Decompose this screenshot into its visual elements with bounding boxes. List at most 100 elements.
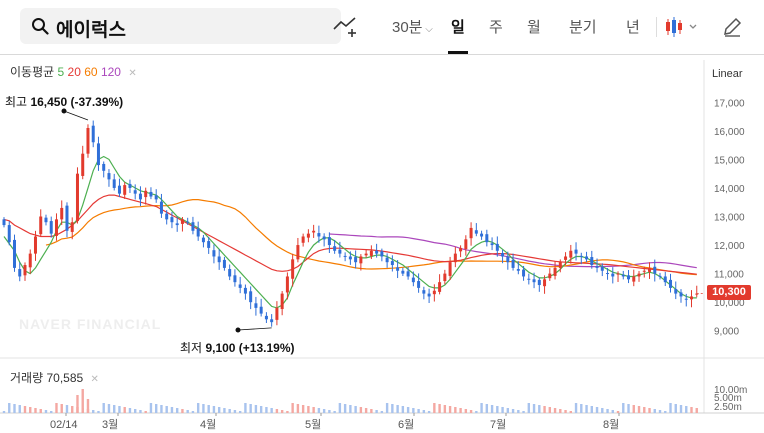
candle-body	[222, 259, 226, 268]
candle-body	[616, 273, 620, 275]
candle-body	[201, 237, 205, 243]
candle-body	[690, 296, 694, 300]
drawing-tool-icon[interactable]	[333, 16, 357, 38]
volume-bar	[511, 409, 515, 413]
volume-bar	[679, 405, 683, 413]
volume-bar	[559, 409, 562, 413]
volume-bar	[191, 411, 195, 413]
volume-bar	[107, 404, 111, 413]
volume-bar	[685, 406, 688, 413]
volume-bar	[490, 405, 494, 413]
volume-bar	[228, 409, 231, 413]
candle-body	[154, 195, 158, 200]
candle-body	[548, 273, 552, 279]
candle-body	[259, 306, 263, 314]
period-month-button[interactable]: 월	[527, 16, 541, 37]
edit-pencil-icon[interactable]	[722, 17, 742, 37]
volume-bar	[622, 403, 625, 413]
x-tick-label: 3월	[102, 418, 118, 431]
candle-body	[401, 270, 405, 274]
candle-body	[2, 219, 6, 226]
volume-bar	[412, 408, 415, 413]
ma20-legend: 20	[67, 65, 81, 79]
candle-body	[138, 193, 142, 200]
volume-bar	[643, 407, 646, 413]
volume-bar	[448, 406, 452, 413]
active-period-indicator	[448, 51, 468, 54]
volume-bar	[370, 409, 373, 413]
stock-search-input[interactable]: 에이럭스	[20, 8, 341, 44]
scale-mode-toggle[interactable]: Linear	[712, 68, 743, 80]
period-week-button[interactable]: 주	[489, 16, 503, 37]
close-icon[interactable]: ✕	[128, 68, 136, 79]
candle-body	[459, 247, 463, 252]
period-year-button[interactable]: 년	[626, 16, 640, 37]
candlestick-type-icon[interactable]	[664, 16, 698, 38]
candle-body	[75, 173, 79, 222]
volume-bar	[664, 411, 667, 413]
volume-bar	[286, 411, 289, 413]
candle-body	[485, 234, 489, 243]
candle-body	[569, 250, 573, 258]
volume-bar	[186, 410, 189, 413]
volume-bar	[648, 408, 651, 413]
moving-average-legend[interactable]: 이동평균 5 20 60 120 ✕	[10, 63, 137, 80]
candle-body	[149, 191, 153, 197]
candle-body	[207, 241, 211, 248]
low-value: 9,100 (+13.19%)	[205, 341, 295, 355]
candle-body	[354, 257, 358, 263]
period-30min-button[interactable]: 30분 ⌵	[392, 16, 433, 37]
price-chart[interactable]: 17,000 16,000 15,000 14,000 13,000 12,000 11,0…	[0, 55, 764, 433]
candle-body	[611, 273, 615, 277]
candle-body	[506, 256, 510, 263]
candle-body	[532, 279, 536, 283]
x-tick-label: 8월	[603, 418, 619, 431]
volume-bar	[632, 405, 635, 413]
candle-body	[228, 269, 232, 277]
y-tick-label: 15,000	[714, 155, 745, 166]
volume-bar	[653, 409, 656, 413]
candle-body	[448, 262, 452, 276]
candle-body	[270, 319, 274, 323]
candle-body	[516, 269, 520, 271]
x-tick-label: 6월	[398, 418, 414, 431]
candle-body	[312, 230, 316, 233]
volume-bar	[590, 406, 593, 413]
candle-body	[112, 179, 116, 188]
volume-bar	[144, 411, 147, 413]
period-label: 30분	[392, 19, 423, 36]
candle-body	[396, 267, 400, 271]
period-quarter-button[interactable]: 분기	[569, 16, 597, 37]
volume-bar	[328, 410, 331, 413]
close-icon[interactable]: ✕	[91, 374, 99, 385]
volume-bar	[65, 405, 69, 413]
candle-body	[275, 307, 279, 320]
x-tick-label: 02/14	[50, 419, 78, 431]
volume-bar	[475, 411, 478, 413]
volume-bar	[401, 406, 405, 413]
candle-body	[12, 239, 16, 268]
candle-body	[81, 153, 85, 176]
period-day-button[interactable]: 일	[451, 16, 465, 37]
candle-body	[648, 267, 652, 272]
candle-body	[364, 253, 368, 256]
candle-body	[558, 262, 562, 268]
candle-body	[679, 292, 683, 297]
y-tick-label: 17,000	[714, 98, 745, 109]
y-tick-label: 16,000	[714, 127, 745, 138]
volume-bar	[595, 407, 599, 413]
volume-bar	[139, 410, 142, 413]
candle-body	[49, 221, 53, 234]
volume-bar	[354, 406, 357, 413]
candle-body	[600, 266, 604, 271]
volume-bar	[406, 407, 410, 413]
volume-bar	[270, 408, 273, 413]
high-value: 16,450 (-37.39%)	[30, 95, 124, 109]
volume-bar	[18, 405, 21, 413]
candle-body	[495, 243, 499, 251]
volume-bar	[280, 410, 284, 413]
candle-body	[91, 125, 95, 143]
volume-bar	[580, 404, 583, 413]
volume-bar	[165, 406, 168, 413]
volume-legend[interactable]: 거래량 70,585 ✕	[10, 369, 99, 386]
